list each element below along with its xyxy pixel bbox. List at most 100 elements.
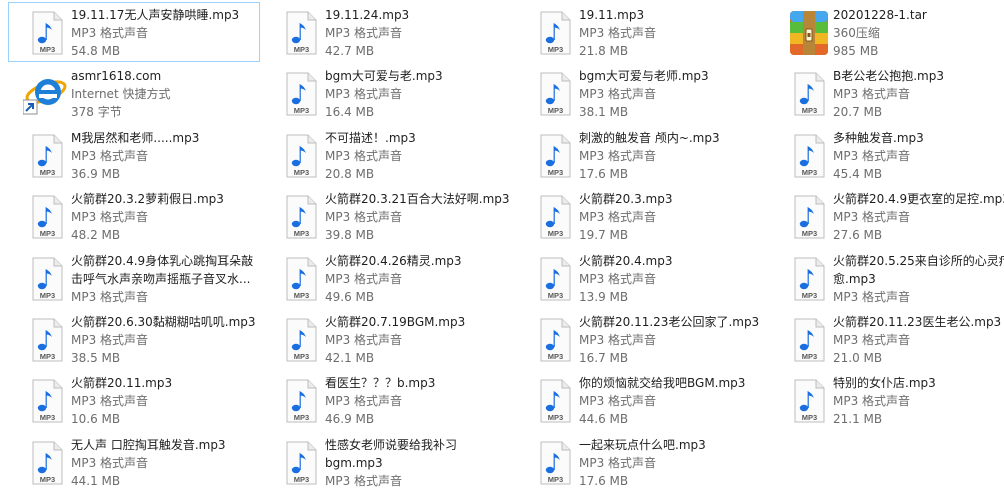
svg-text:MP3: MP3 (548, 291, 563, 300)
svg-text:MP3: MP3 (294, 475, 309, 484)
file-name: 19.11.mp3 (579, 8, 645, 22)
file-tile[interactable]: MP3 火箭群20.7.19BGM.mp3 MP3 格式声音 42.1 MB (262, 309, 514, 369)
file-meta: 无人声 口腔掏耳触发音.mp3 MP3 格式声音 44.1 MB (71, 436, 259, 490)
mp3-file-icon: MP3 (277, 193, 325, 241)
file-name: bgm大可爱与老师.mp3 (579, 69, 709, 84)
file-meta: 多种触发音.mp3 MP3 格式声音 45.4 MB (833, 129, 1004, 183)
file-type: MP3 格式声音 (579, 148, 657, 163)
file-meta: 看医生？？？b.mp3 MP3 格式声音 46.9 MB (325, 374, 513, 428)
file-tile[interactable]: MP3 火箭群20.6.30黏糊糊咕叽叽.mp3 MP3 格式声音 38.5 MB (8, 309, 260, 369)
file-tile[interactable]: MP3 火箭群20.3.2萝莉假日.mp3 MP3 格式声音 48.2 MB (8, 186, 260, 246)
file-name: 火箭群20.4.26精灵.mp3 (325, 253, 462, 268)
mp3-file-icon: MP3 (23, 132, 71, 180)
svg-text:MP3: MP3 (802, 106, 817, 115)
file-meta: 你的烦恼就交给我吧BGM.mp3 MP3 格式声音 44.6 MB (579, 374, 767, 428)
file-tile[interactable]: MP3 火箭群20.3.mp3 MP3 格式声音 19.7 MB (516, 186, 768, 246)
mp3-file-icon: MP3 (785, 193, 833, 241)
file-tile[interactable]: MP3 B老公老公抱抱.mp3 MP3 格式声音 20.7 MB (770, 63, 1004, 123)
file-tile[interactable]: MP3 bgm大可爱与老.mp3 MP3 格式声音 16.4 MB (262, 63, 514, 123)
file-meta: 19.11.24.mp3 MP3 格式声音 42.7 MB (325, 6, 513, 60)
svg-text:MP3: MP3 (802, 291, 817, 300)
file-tile[interactable]: MP3 火箭群20.4.mp3 MP3 格式声音 13.9 MB (516, 248, 768, 308)
file-tile[interactable]: MP3 火箭群20.11.mp3 MP3 格式声音 10.6 MB (8, 370, 260, 430)
file-tile[interactable]: MP3 无人声 口腔掏耳触发音.mp3 MP3 格式声音 44.1 MB (8, 432, 260, 492)
svg-text:MP3: MP3 (40, 291, 55, 300)
mp3-file-icon: MP3 (277, 9, 325, 57)
file-tile[interactable]: MP3 火箭群20.4.9更衣室的足控.mp3 MP3 格式声音 27.6 MB (770, 186, 1004, 246)
file-tile[interactable]: MP3 火箭群20.4.9身体乳心跳掏耳朵敲击呼气水声亲吻声摇瓶子音叉水... M… (8, 248, 260, 308)
file-type: MP3 格式声音 (71, 289, 149, 304)
file-meta: 特别的女仆店.mp3 MP3 格式声音 21.1 MB (833, 374, 1004, 428)
file-tile[interactable]: MP3 19.11.24.mp3 MP3 格式声音 42.7 MB (262, 2, 514, 62)
file-tile[interactable]: MP3 不可描述！.mp3 MP3 格式声音 20.8 MB (262, 125, 514, 185)
file-name: 刺激的触发音 颅内~.mp3 (579, 130, 720, 145)
svg-text:MP3: MP3 (294, 352, 309, 361)
svg-text:MP3: MP3 (548, 168, 563, 177)
mp3-file-icon: MP3 (277, 255, 325, 303)
file-tile[interactable]: MP3 刺激的触发音 颅内~.mp3 MP3 格式声音 17.6 MB (516, 125, 768, 185)
file-tile[interactable]: MP3 19.11.mp3 MP3 格式声音 21.8 MB (516, 2, 768, 62)
file-name: 火箭群20.4.9更衣室的足控.mp3 (833, 192, 1004, 207)
file-name: 19.11.24.mp3 (325, 8, 410, 22)
file-name: 火箭群20.11.mp3 (71, 376, 173, 391)
file-name: 无人声 口腔掏耳触发音.mp3 (71, 437, 226, 452)
file-tile[interactable]: MP3 特别的女仆店.mp3 MP3 格式声音 21.1 MB (770, 370, 1004, 430)
file-tile[interactable]: MP3 多种触发音.mp3 MP3 格式声音 45.4 MB (770, 125, 1004, 185)
file-meta: 火箭群20.3.mp3 MP3 格式声音 19.7 MB (579, 190, 767, 244)
mp3-file-icon: MP3 (23, 316, 71, 364)
file-type: MP3 格式声音 (833, 394, 911, 409)
file-size: 21.1 MB (833, 412, 883, 427)
file-size: 42.1 MB (325, 351, 375, 365)
mp3-file-icon: MP3 (23, 377, 71, 425)
file-tile[interactable]: MP3 火箭群20.3.21百合大法好啊.mp3 MP3 格式声音 39.8 MB (262, 186, 514, 246)
file-meta: 不可描述！.mp3 MP3 格式声音 20.8 MB (325, 129, 513, 183)
file-tile[interactable]: MP3 你的烦恼就交给我吧BGM.mp3 MP3 格式声音 44.6 MB (516, 370, 768, 430)
file-name: asmr1618.com (71, 69, 162, 84)
file-size: 17.6 MB (579, 473, 629, 488)
file-name: 19.11.17无人声安静哄睡.mp3 (71, 8, 240, 22)
file-meta: bgm大可爱与老师.mp3 MP3 格式声音 38.1 MB (579, 67, 767, 121)
mp3-file-icon: MP3 (531, 9, 579, 57)
file-tile[interactable]: MP3 bgm大可爱与老师.mp3 MP3 格式声音 38.1 MB (516, 63, 768, 123)
file-tile[interactable]: MP3 19.11.17无人声安静哄睡.mp3 MP3 格式声音 54.8 MB (8, 2, 260, 62)
file-meta: 一起来玩点什么吧.mp3 MP3 格式声音 17.6 MB (579, 436, 767, 490)
file-tile[interactable]: MP3 一起来玩点什么吧.mp3 MP3 格式声音 17.6 MB (516, 432, 768, 492)
svg-text:MP3: MP3 (802, 229, 817, 238)
file-type: 360压缩 (833, 26, 880, 40)
svg-text:MP3: MP3 (40, 229, 55, 238)
file-type: MP3 格式声音 (71, 333, 149, 347)
file-type: MP3 格式声音 (325, 26, 403, 40)
mp3-file-icon: MP3 (785, 377, 833, 425)
file-type: MP3 格式声音 (579, 333, 657, 347)
file-tile[interactable]: MP3 火箭群20.11.23老公回家了.mp3 MP3 格式声音 16.7 MB (516, 309, 768, 369)
file-size: 54.8 MB (71, 44, 121, 58)
file-tile[interactable]: MP3 性感女老师说要给我补习bgm.mp3 MP3 格式声音 (262, 432, 514, 492)
mp3-file-icon: MP3 (277, 377, 325, 425)
svg-text:MP3: MP3 (548, 475, 563, 484)
file-tile[interactable]: asmr1618.com Internet 快捷方式 378 字节 (8, 63, 260, 123)
file-tile[interactable]: MP3 火箭群20.11.23医生老公.mp3 MP3 格式声音 21.0 MB (770, 309, 1004, 369)
file-tile[interactable]: MP3 M我居然和老师.....mp3 MP3 格式声音 36.9 MB (8, 125, 260, 185)
file-size: 27.6 MB (833, 228, 883, 243)
archive-icon (785, 9, 833, 57)
file-name: B老公老公抱抱.mp3 (833, 69, 944, 84)
file-type: MP3 格式声音 (833, 148, 911, 163)
mp3-file-icon: MP3 (531, 439, 579, 487)
file-tile[interactable]: MP3 看医生？？？b.mp3 MP3 格式声音 46.9 MB (262, 370, 514, 430)
file-meta: 火箭群20.7.19BGM.mp3 MP3 格式声音 42.1 MB (325, 313, 513, 367)
mp3-file-icon: MP3 (531, 255, 579, 303)
file-tile[interactable]: MP3 火箭群20.5.25来自诊所的心灵疗愈.mp3 MP3 格式声音 (770, 248, 1004, 308)
file-type: Internet 快捷方式 (71, 87, 171, 102)
file-tile[interactable]: MP3 火箭群20.4.26精灵.mp3 MP3 格式声音 49.6 MB (262, 248, 514, 308)
svg-text:MP3: MP3 (294, 229, 309, 238)
file-type: MP3 格式声音 (833, 333, 911, 347)
file-meta: 20201228-1.tar 360压缩 985 MB (833, 6, 1004, 60)
svg-text:MP3: MP3 (40, 413, 55, 422)
svg-text:MP3: MP3 (548, 229, 563, 238)
file-meta: 火箭群20.4.mp3 MP3 格式声音 13.9 MB (579, 252, 767, 306)
file-meta: 火箭群20.5.25来自诊所的心灵疗愈.mp3 MP3 格式声音 (833, 252, 1004, 306)
file-name: 你的烦恼就交给我吧BGM.mp3 (579, 376, 746, 391)
mp3-file-icon: MP3 (785, 255, 833, 303)
file-size: 44.1 MB (71, 473, 121, 488)
file-tile[interactable]: 20201228-1.tar 360压缩 985 MB (770, 2, 1004, 62)
